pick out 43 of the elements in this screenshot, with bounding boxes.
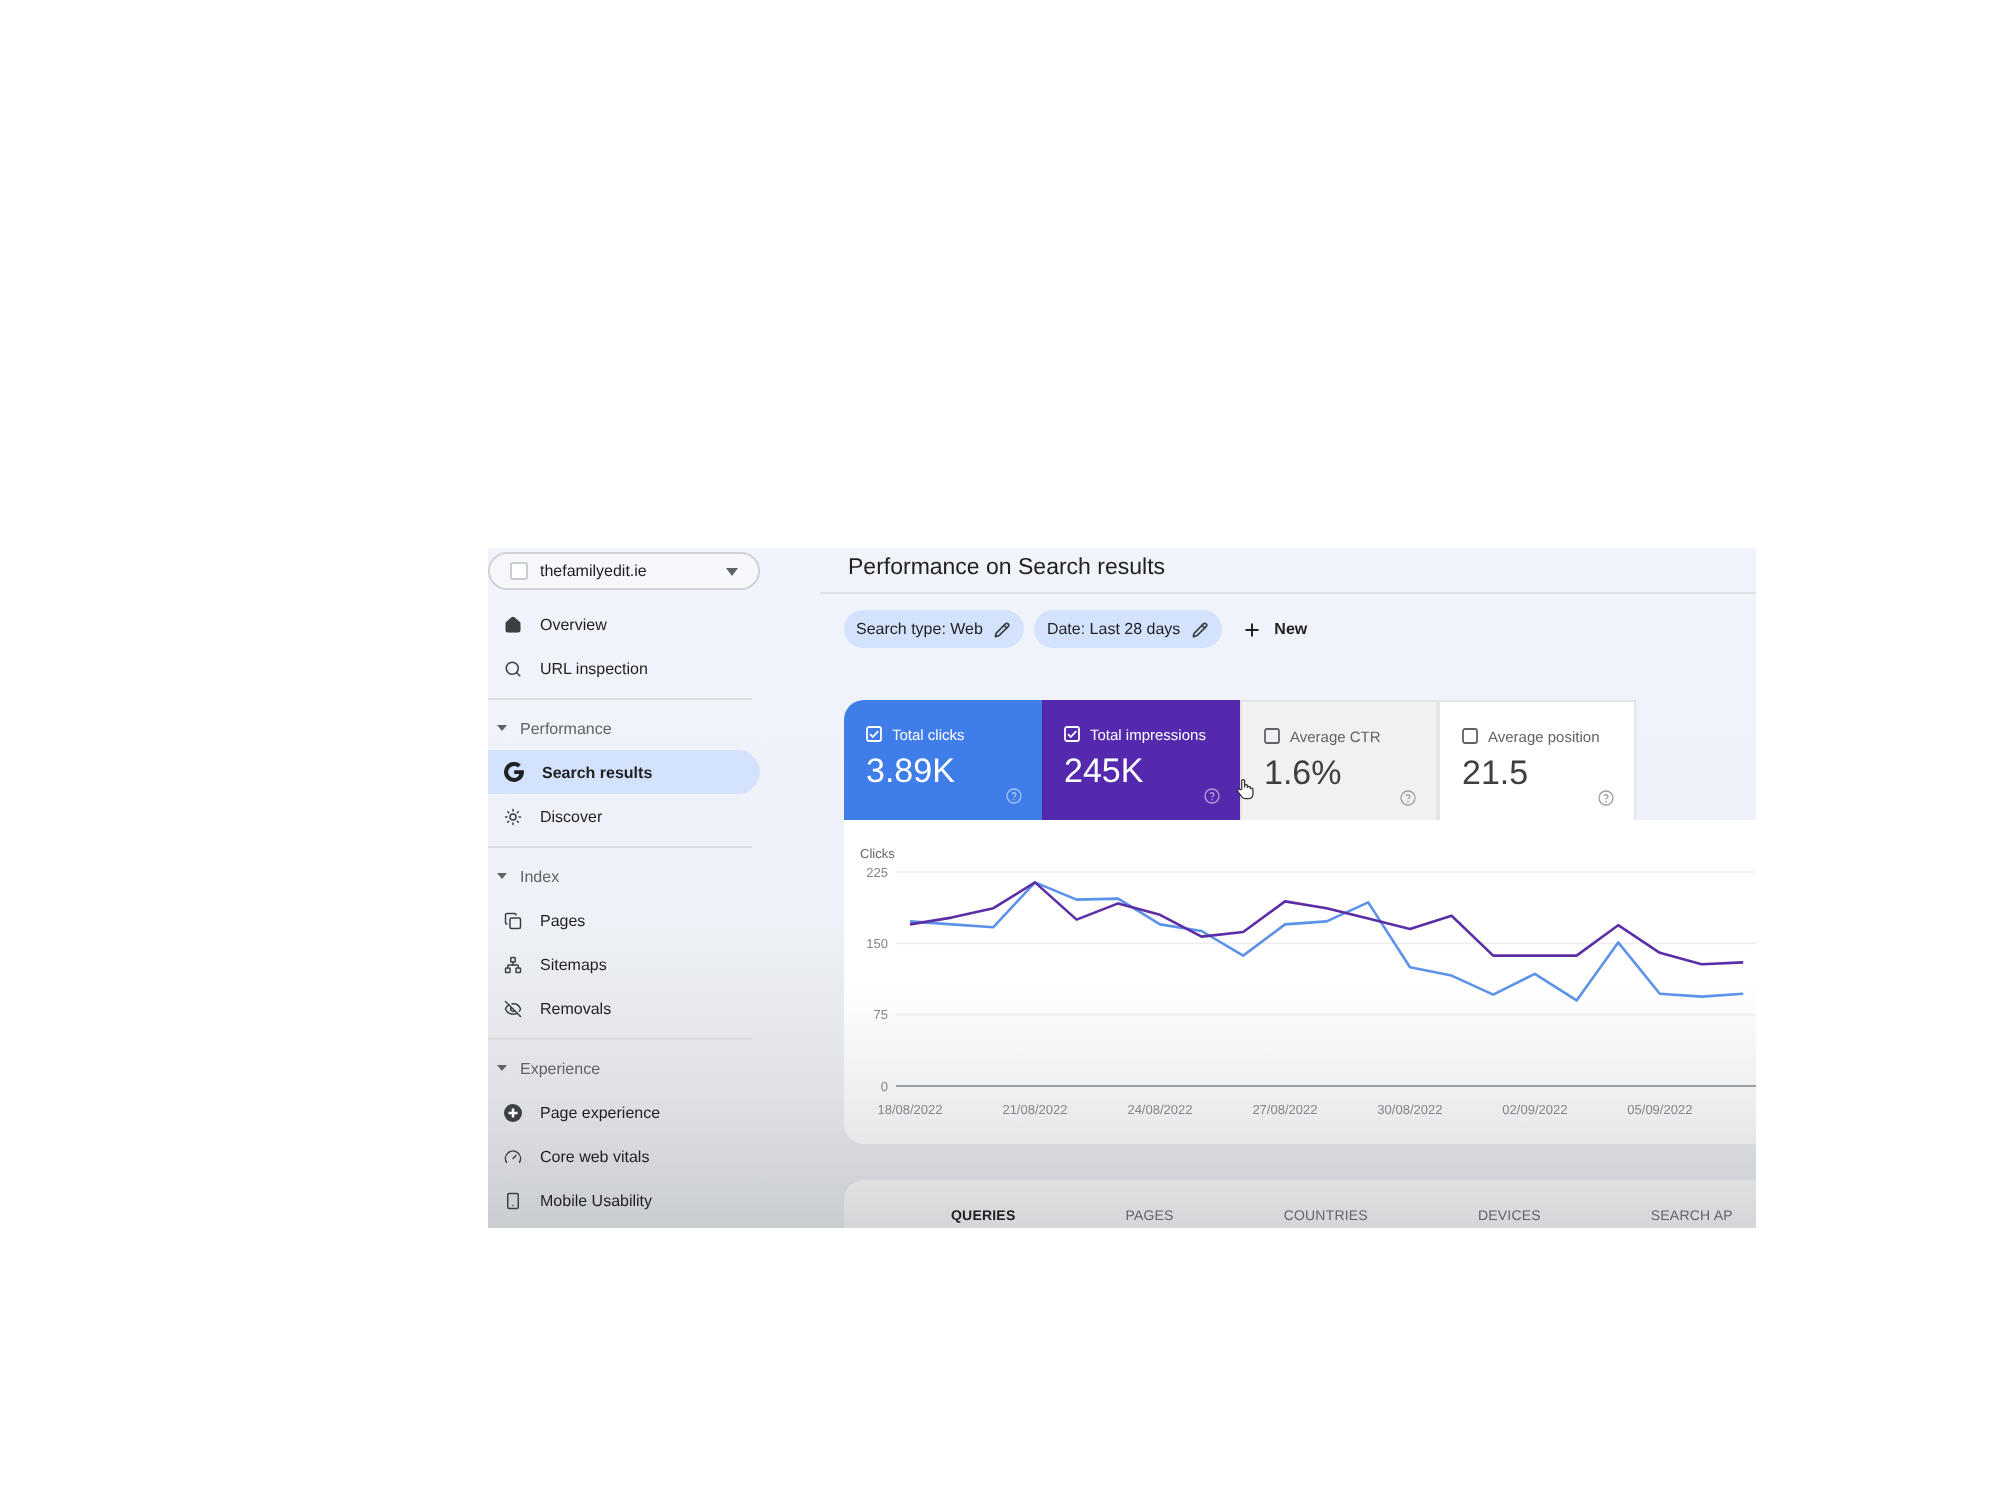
hand-cursor-icon (1236, 778, 1254, 800)
metric-value: 1.6% (1264, 754, 1342, 794)
nav-item[interactable]: Removals (488, 986, 760, 1030)
nav-item[interactable]: URL inspection (488, 646, 760, 690)
section-header[interactable]: Experience (488, 1046, 760, 1090)
tree-diagram-icon (504, 955, 522, 973)
metric-value: 21.5 (1462, 754, 1529, 794)
documents-icon (504, 911, 522, 929)
filter-chip[interactable]: Date: Last 28 days (1034, 610, 1223, 648)
plus-icon (1242, 619, 1263, 639)
pencil-icon (994, 621, 1011, 637)
metric-value: 3.89K (866, 752, 955, 792)
help-icon (1204, 788, 1220, 804)
property-selector[interactable]: thefamilyedit.ie (488, 552, 760, 590)
eye-off-icon (504, 999, 522, 1017)
pencil-icon (1192, 621, 1209, 637)
nav-item[interactable]: Overview (488, 602, 760, 646)
plus-circle-icon (504, 1103, 522, 1121)
nav-item[interactable]: Page experience (488, 1090, 760, 1134)
gauge-icon (504, 1147, 522, 1165)
metric-value: 245K (1064, 752, 1144, 792)
home-icon (504, 615, 522, 633)
dropdown-caret-icon (726, 567, 738, 575)
help-icon (1006, 788, 1022, 804)
filter-chip[interactable]: Search type: Web (844, 610, 1025, 648)
section-header[interactable]: Performance (488, 706, 760, 750)
nav-item[interactable]: Sitemaps (488, 942, 760, 986)
g-letter-icon (504, 762, 524, 782)
help-icon (1598, 790, 1614, 806)
nav-item[interactable]: Pages (488, 898, 760, 942)
page-title: Performance on Search results (848, 554, 1168, 584)
help-icon (1400, 790, 1416, 806)
sun-icon (504, 807, 522, 825)
new-filter-button[interactable]: New (1242, 610, 1308, 648)
section-header[interactable]: Index (488, 854, 760, 898)
property-name: thefamilyedit.ie (540, 562, 649, 580)
site-favicon-icon (510, 562, 528, 580)
nav-item[interactable]: Core web vitals (488, 1134, 760, 1178)
nav-item[interactable]: Search results (488, 750, 760, 794)
nav-item[interactable]: Discover (488, 794, 760, 838)
search-icon (504, 659, 522, 677)
nav-item[interactable]: Mobile Usability (488, 1178, 760, 1222)
phone-icon (504, 1191, 522, 1209)
